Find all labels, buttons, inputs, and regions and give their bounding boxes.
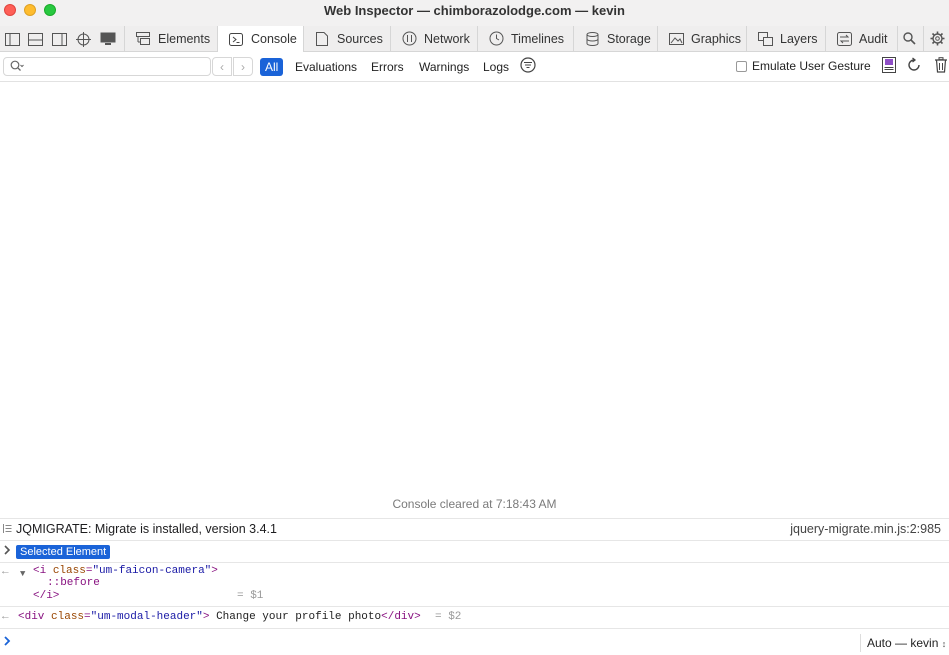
node-text: Change your profile photo [209,611,382,623]
tab-label: Console [251,32,297,46]
search-tab-button[interactable] [897,26,923,51]
console-result-node-2: ← <div class="um-modal-header"> Change y… [0,606,949,628]
tab-timelines[interactable]: Timelines [477,26,573,51]
console-message-text: JQMIGRATE: Migrate is installed, version… [16,522,277,536]
result-arrow-icon: ← [2,611,9,623]
tab-label: Audit [859,31,888,46]
result-reference: = $2 [435,611,462,623]
filter-errors-button[interactable]: Errors [371,58,404,76]
up-down-chevron-icon: ↕ [941,639,947,649]
tag-bracket: < [33,565,40,577]
graphics-icon [668,31,684,47]
network-icon [401,31,417,47]
timelines-icon [488,31,504,47]
tab-graphics[interactable]: Graphics [657,26,746,51]
console-message-jqmigrate: JQMIGRATE: Migrate is installed, version… [0,518,949,540]
tab-label: Layers [780,31,818,46]
reload-button[interactable] [905,56,923,78]
attribute-name: class [52,565,86,577]
result-arrow-icon: ← [2,566,9,578]
tab-label: Sources [337,31,383,46]
dock-right-icon[interactable] [50,30,68,48]
sources-icon [314,31,330,47]
execution-context-selector[interactable]: Auto — kevin ↕ [860,634,946,652]
dom-node-inline[interactable]: <div class="um-modal-header"> Change you… [18,611,421,623]
dom-node-close-tag: </i> [33,590,60,602]
search-icon [902,31,916,47]
tag-bracket: > [211,565,218,577]
console-cleared-notice: Console cleared at 7:18:43 AM [392,497,557,511]
search-input[interactable] [28,59,212,76]
filter-circle-icon [520,56,536,78]
emulate-user-gesture-checkbox[interactable] [736,61,747,72]
elements-icon [135,31,151,47]
pseudo-element[interactable]: ::before [47,577,100,589]
log-icon [3,524,12,536]
previous-result-button[interactable]: ‹ [212,57,232,76]
execution-context-label: Auto — kevin [867,636,939,650]
title-bar: Web Inspector — chimborazolodge.com — ke… [0,0,949,26]
console-log-area [0,82,949,496]
tab-console[interactable]: Console [217,26,303,52]
chevron-right-icon [3,545,11,558]
filter-evaluations-button[interactable]: Evaluations [295,58,357,76]
equals-sign: = [84,611,91,623]
tab-label: Network [424,31,470,46]
next-result-button[interactable]: › [233,57,253,76]
filter-options-button[interactable] [519,56,537,78]
dom-node-close-tag: </div> [381,611,421,623]
prompt-chevron-icon [3,635,11,649]
filter-all-button[interactable]: All [260,58,284,76]
tab-storage[interactable]: Storage [573,26,657,51]
javascript-source-button[interactable] [880,56,898,78]
console-prompt[interactable] [0,628,949,655]
tag-name: div [24,611,45,623]
console-result-node-1: ← ▼ <i class="um-faicon-camera"> ::befor… [0,562,949,606]
settings-button[interactable] [923,26,949,51]
device-icon[interactable] [99,30,117,48]
selected-element-badge: Selected Element [16,545,111,559]
layers-icon [757,31,773,47]
gear-icon [930,31,945,47]
tab-label: Timelines [511,31,565,46]
emulate-user-gesture-label: Emulate User Gesture [752,59,871,73]
filter-warnings-button[interactable]: Warnings [419,58,469,76]
attribute-name: class [51,611,85,623]
attribute-value: "um-faicon-camera" [92,565,212,577]
chevron-left-icon: ‹ [220,59,224,74]
tab-audit[interactable]: Audit [825,26,897,51]
tab-label: Graphics [691,31,742,46]
disclosure-triangle-icon[interactable]: ▼ [20,569,25,579]
js-file-icon [882,56,896,78]
tab-network[interactable]: Network [390,26,477,51]
dock-bottom-icon[interactable] [26,30,44,48]
window-title: Web Inspector — chimborazolodge.com — ke… [324,3,625,18]
console-message-selected-element[interactable]: Selected Element [0,540,949,562]
clear-console-button[interactable] [932,56,949,78]
tab-sources[interactable]: Sources [303,26,390,51]
tab-label: Elements [158,31,211,46]
console-filter-bar: ‹ › All Evaluations Errors Warnings Logs… [0,52,949,82]
search-icon [10,60,24,75]
console-filter-search[interactable] [3,57,212,76]
tab-bar: Elements Console Sources Network Timelin… [0,26,949,52]
console-message-source-link[interactable]: jquery-migrate.min.js:2:985 [790,522,941,536]
tab-elements[interactable]: Elements [124,26,217,51]
result-reference: = $1 [237,590,264,602]
dom-node-open-tag[interactable]: <i class="um-faicon-camera"> [33,565,218,577]
dock-left-icon[interactable] [3,30,21,48]
reload-icon [906,56,922,78]
element-picker-icon[interactable] [74,30,92,48]
attribute-value: "um-modal-header" [90,611,203,623]
tab-layers[interactable]: Layers [746,26,825,51]
storage-icon [584,31,600,47]
filter-logs-button[interactable]: Logs [483,58,509,76]
audit-icon [836,31,852,47]
chevron-right-icon: › [241,59,245,74]
tag-bracket: < [18,611,25,623]
console-icon [228,31,244,47]
tab-label: Storage [607,31,651,46]
trash-icon [934,56,948,78]
